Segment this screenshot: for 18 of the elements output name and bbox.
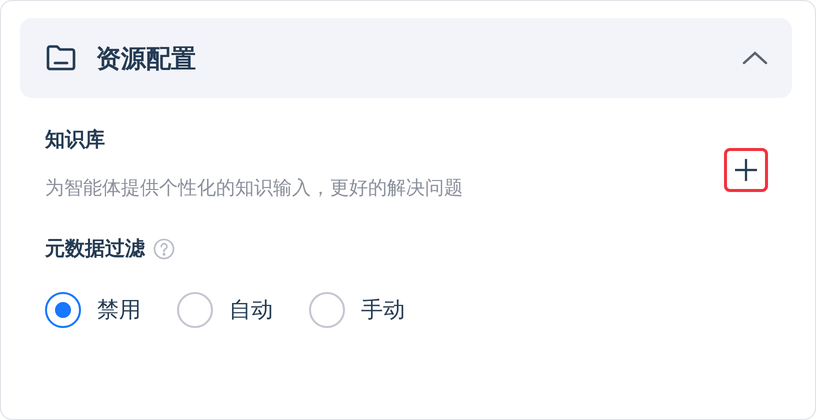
knowledge-base-description: 为智能体提供个性化的知识输入，更好的解决问题 bbox=[45, 176, 463, 201]
section-header[interactable]: 资源配置 bbox=[20, 18, 792, 98]
radio-option[interactable]: 自动 bbox=[177, 292, 273, 328]
radio-button[interactable] bbox=[309, 292, 345, 328]
radio-option[interactable]: 手动 bbox=[309, 292, 405, 328]
metadata-filter-title: 元数据过滤 bbox=[45, 235, 145, 262]
section-title: 资源配置 bbox=[96, 42, 197, 74]
radio-label: 手动 bbox=[361, 297, 405, 325]
knowledge-base-title: 知识库 bbox=[45, 127, 105, 151]
radio-button[interactable] bbox=[45, 292, 81, 328]
radio-option[interactable]: 禁用 bbox=[45, 292, 141, 328]
chevron-icon[interactable] bbox=[742, 50, 768, 66]
plus-icon bbox=[734, 158, 758, 182]
radio-button[interactable] bbox=[177, 292, 213, 328]
radio-label: 禁用 bbox=[97, 297, 141, 325]
add-button[interactable] bbox=[724, 148, 768, 192]
folder-icon bbox=[46, 45, 76, 71]
radio-label: 自动 bbox=[229, 297, 273, 325]
